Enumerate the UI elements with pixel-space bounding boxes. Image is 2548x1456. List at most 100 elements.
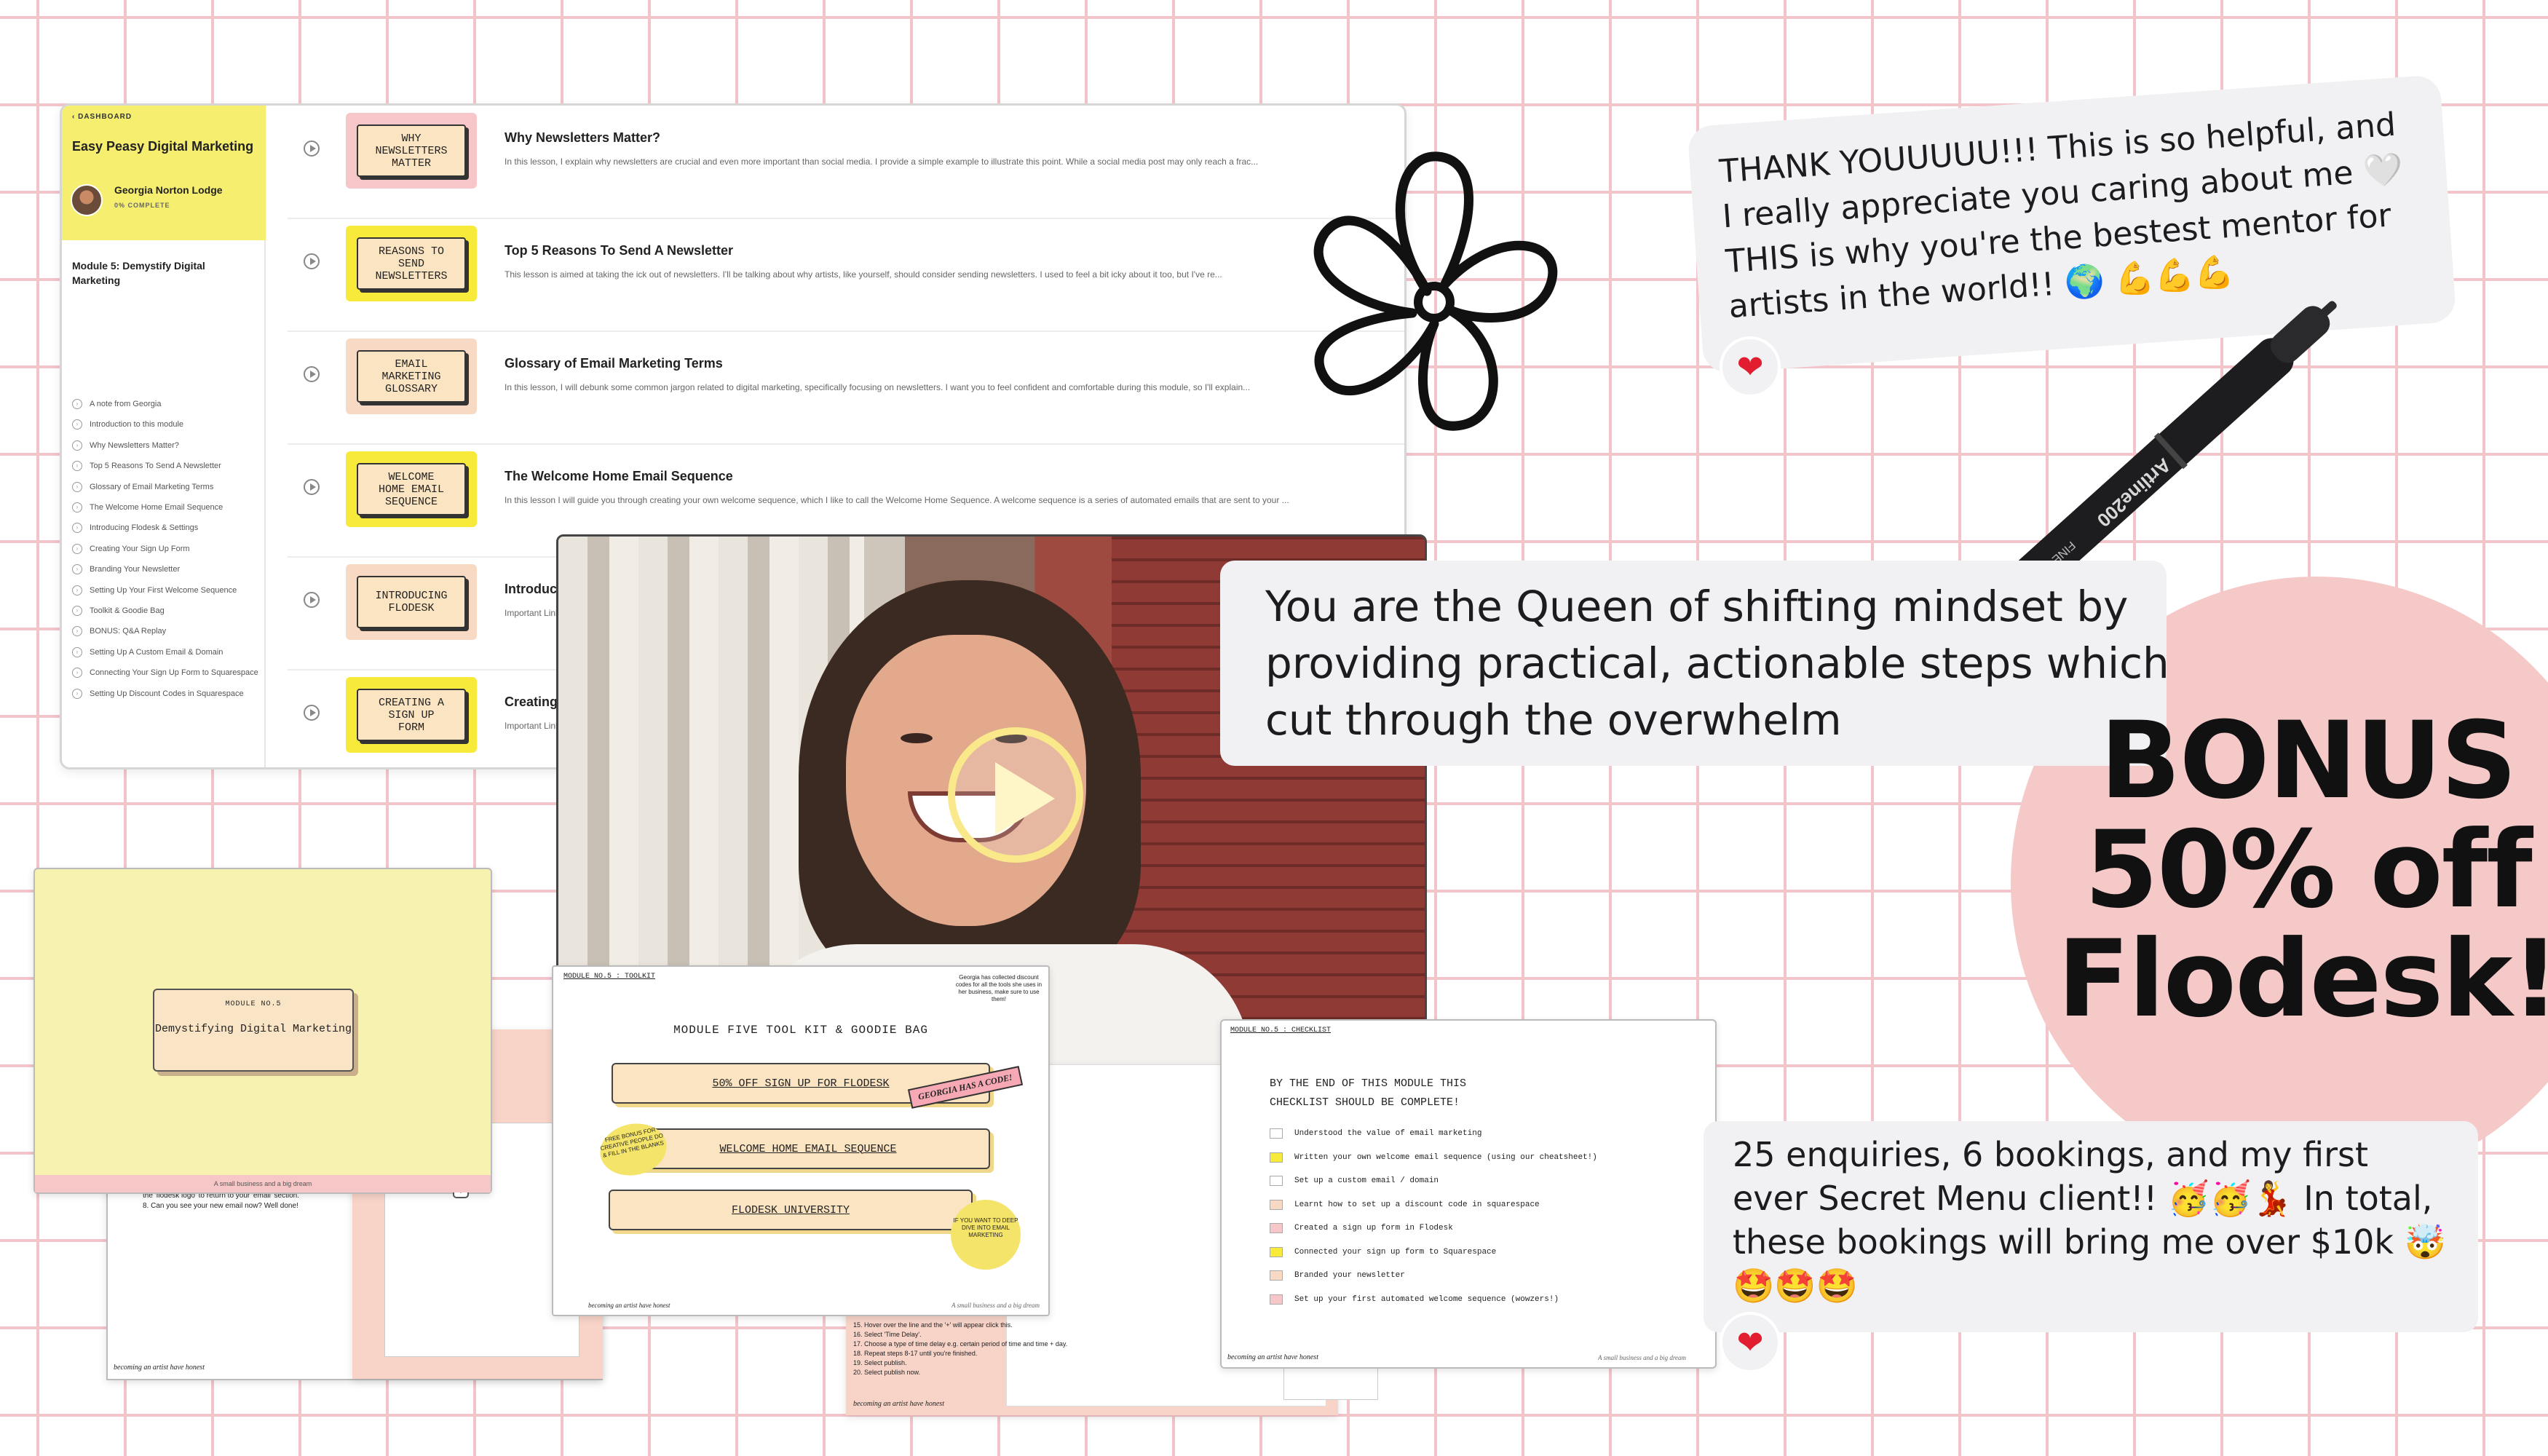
module-cover-card: MODULE NO.5 Demystifying Digital Marketi… xyxy=(153,989,469,1198)
sidebar-lesson-item[interactable]: › Branding Your Newsletter xyxy=(72,562,261,577)
testimonial-bubble-2: You are the Queen of shifting mindset by… xyxy=(1220,561,2167,766)
sidebar-lesson-item[interactable]: › Introducing Flodesk & Settings xyxy=(72,521,261,535)
sidebar-lesson-item[interactable]: › Setting Up A Custom Email & Domain xyxy=(72,645,261,660)
lesson-row[interactable]: REASONS TO SEND NEWSLETTERS Top 5 Reasons… xyxy=(288,218,1404,332)
checkbox-icon[interactable] xyxy=(1270,1270,1283,1281)
sidebar-lesson-item[interactable]: › The Welcome Home Email Sequence xyxy=(72,500,261,515)
lesson-thumbnail-label: REASONS TO SEND NEWSLETTERS xyxy=(357,237,466,290)
play-circle-icon[interactable] xyxy=(304,592,320,608)
checklist-item-label: Created a sign up form in Flodesk xyxy=(1294,1224,1453,1233)
checklist-item[interactable]: Learnt how to set up a discount code in … xyxy=(1270,1199,1540,1210)
lesson-status-icon: › xyxy=(72,688,82,699)
checklist-item[interactable]: Set up your first automated welcome sequ… xyxy=(1270,1294,1559,1305)
sidebar-lesson-item[interactable]: › Top 5 Reasons To Send A Newsletter xyxy=(72,459,261,473)
checklist-item-label: Set up a custom email / domain xyxy=(1294,1176,1439,1185)
lesson-title[interactable]: Glossary of Email Marketing Terms xyxy=(505,356,723,371)
checklist-item-label: Branded your newsletter xyxy=(1294,1271,1405,1280)
slide-checklist: MODULE NO.5 : CHECKLIST BY THE END OF TH… xyxy=(1220,1019,1717,1369)
sidebar-lesson-label: A note from Georgia xyxy=(90,400,162,408)
play-circle-icon[interactable] xyxy=(304,253,320,269)
step-line: 19. Select publish. xyxy=(853,1359,907,1366)
dashboard-link[interactable]: ‹ DASHBOARD xyxy=(72,113,132,121)
sidebar-lesson-item[interactable]: › Connecting Your Sign Up Form to Squares… xyxy=(72,665,261,680)
doc-line: 8. Can you see your new email now? Well … xyxy=(143,1202,298,1210)
course-sidebar: ‹ DASHBOARD Easy Peasy Digital Marketing… xyxy=(62,106,266,767)
bonus-line-1: BONUS xyxy=(2100,699,2517,823)
lesson-thumbnail[interactable]: REASONS TO SEND NEWSLETTERS xyxy=(346,226,477,301)
sidebar-lesson-label: Branding Your Newsletter xyxy=(90,565,181,574)
sidebar-lesson-label: Setting Up A Custom Email & Domain xyxy=(90,647,223,657)
sidebar-lesson-label: Creating Your Sign Up Form xyxy=(90,544,190,553)
checkbox-icon[interactable] xyxy=(1270,1294,1283,1305)
checklist-item-label: Connected your sign up form to Squarespa… xyxy=(1294,1247,1497,1257)
checkbox-icon[interactable] xyxy=(1270,1176,1283,1186)
lesson-title[interactable]: Top 5 Reasons To Send A Newsletter xyxy=(505,243,733,258)
avatar xyxy=(71,184,103,216)
testimonial-text-2b: providing practical, actionable steps wh… xyxy=(1265,638,2167,688)
checkbox-icon[interactable] xyxy=(1270,1152,1283,1163)
sidebar-lesson-item[interactable]: › Why Newsletters Matter? xyxy=(72,438,261,453)
checklist-item[interactable]: Written your own welcome email sequence … xyxy=(1270,1152,1597,1163)
checkbox-icon[interactable] xyxy=(1270,1199,1283,1210)
checklist-item[interactable]: Branded your newsletter xyxy=(1270,1270,1405,1281)
module-title: Module 5: Demystify Digital Marketing xyxy=(72,260,205,286)
sidebar-lesson-item[interactable]: › Creating Your Sign Up Form xyxy=(72,542,261,556)
sidebar-lesson-label: Introduction to this module xyxy=(90,420,184,430)
sidebar-lesson-label: BONUS: Q&A Replay xyxy=(90,627,167,636)
lesson-description: In this lesson, I explain why newsletter… xyxy=(505,157,1259,167)
lesson-thumbnail[interactable]: WELCOME HOME EMAIL SEQUENCE xyxy=(346,451,477,527)
lesson-thumbnail[interactable]: EMAIL MARKETING GLOSSARY xyxy=(346,339,477,414)
user-name: Georgia Norton Lodge xyxy=(114,184,223,196)
sidebar-lesson-item[interactable]: › A note from Georgia xyxy=(72,397,261,411)
checkbox-icon[interactable] xyxy=(1270,1246,1283,1257)
play-circle-icon[interactable] xyxy=(304,366,320,382)
doc-text: the 'flodesk logo' to return to your 'em… xyxy=(143,1191,299,1211)
lesson-title[interactable]: The Welcome Home Email Sequence xyxy=(505,469,733,484)
checklist-item[interactable]: Understood the value of email marketing xyxy=(1270,1128,1481,1139)
sidebar-lesson-label: Connecting Your Sign Up Form to Squaresp… xyxy=(90,668,258,678)
checklist-item[interactable]: Connected your sign up form to Squarespa… xyxy=(1270,1246,1497,1257)
toolkit-title: MODULE FIVE TOOL KIT & GOODIE BAG xyxy=(673,1024,928,1037)
welcome-sequence-button[interactable]: WELCOME HOME EMAIL SEQUENCE xyxy=(626,1128,990,1169)
lesson-row[interactable]: WHY NEWSLETTERS MATTER Why Newsletters Ma… xyxy=(288,106,1404,219)
play-circle-icon[interactable] xyxy=(304,479,320,495)
heart-reaction-icon: ❤ xyxy=(1720,1312,1781,1373)
play-button[interactable] xyxy=(948,727,1083,863)
bonus-blob-left: FREE BONUS FOR CREATIVE PEOPLE DO & FILL… xyxy=(595,1117,672,1182)
lesson-thumbnail[interactable]: INTRODUCING FLODESK xyxy=(346,564,477,640)
checklist-title: BY THE END OF THIS MODULE THIS CHECKLIST… xyxy=(1270,1077,1467,1109)
module-cover-title: Demystifying Digital Marketing xyxy=(154,1023,352,1035)
lesson-status-icon: › xyxy=(72,440,82,451)
sidebar-lesson-item[interactable]: › Introduction to this module xyxy=(72,417,261,432)
lesson-status-icon: › xyxy=(72,668,82,678)
sidebar-lesson-label: Toolkit & Goodie Bag xyxy=(90,606,165,615)
testimonial-text-2c: cut through the overwhelm xyxy=(1265,695,1842,745)
lesson-thumbnail[interactable]: CREATING A SIGN UP FORM xyxy=(346,677,477,753)
toolkit-footer: A small business and a big dream xyxy=(951,1302,1040,1309)
checkbox-icon[interactable] xyxy=(1270,1128,1283,1139)
lesson-status-icon: › xyxy=(72,543,82,554)
checklist-item[interactable]: Set up a custom email / domain xyxy=(1270,1176,1439,1186)
sidebar-lesson-item[interactable]: › Toolkit & Goodie Bag xyxy=(72,604,261,618)
steps-signature: becoming an artist have honest xyxy=(853,1400,944,1408)
sidebar-lesson-label: Setting Up Your First Welcome Sequence xyxy=(90,585,237,595)
checklist-item[interactable]: Created a sign up form in Flodesk xyxy=(1270,1223,1453,1233)
step-line: 16. Select 'Time Delay'. xyxy=(853,1331,922,1338)
sidebar-lesson-label: Setting Up Discount Codes in Squarespace xyxy=(90,689,244,698)
lesson-thumbnail[interactable]: WHY NEWSLETTERS MATTER xyxy=(346,113,477,189)
toolkit-signature: becoming an artist have honest xyxy=(588,1302,670,1309)
checkbox-icon[interactable] xyxy=(1270,1223,1283,1233)
play-circle-icon[interactable] xyxy=(304,705,320,721)
lesson-title[interactable]: Why Newsletters Matter? xyxy=(505,130,660,146)
sidebar-lesson-item[interactable]: › Setting Up Discount Codes in Squarespac… xyxy=(72,687,261,701)
sidebar-lesson-item[interactable]: › BONUS: Q&A Replay xyxy=(72,624,261,638)
play-circle-icon[interactable] xyxy=(304,141,320,157)
lesson-row[interactable]: EMAIL MARKETING GLOSSARY Glossary of Emai… xyxy=(288,331,1404,445)
testimonial-text-2a: You are the Queen of shifting mindset by xyxy=(1265,582,2129,631)
sidebar-lesson-item[interactable]: › Setting Up Your First Welcome Sequence xyxy=(72,583,261,598)
lesson-status-icon: › xyxy=(72,461,82,472)
sidebar-lesson-item[interactable]: › Glossary of Email Marketing Terms xyxy=(72,480,261,494)
flodesk-university-button[interactable]: FLODESK UNIVERSITY xyxy=(609,1190,973,1230)
dashboard-label: DASHBOARD xyxy=(78,113,132,121)
lesson-thumbnail-label: CREATING A SIGN UP FORM xyxy=(357,689,466,741)
